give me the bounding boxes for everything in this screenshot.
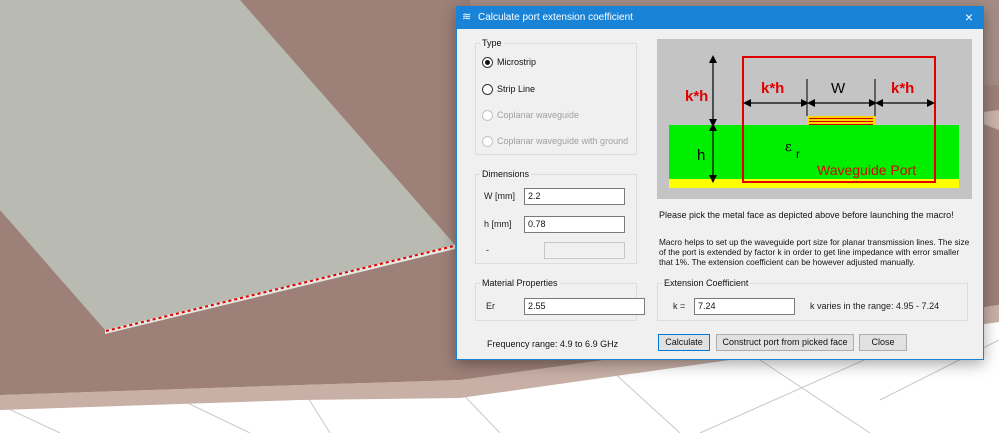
calculate-button[interactable]: Calculate <box>658 334 710 351</box>
type-group-label: Type <box>480 38 504 48</box>
diagram-epsilon-sub: r <box>796 147 800 161</box>
dialog-titlebar[interactable]: ≋ Calculate port extension coefficient × <box>457 7 983 29</box>
extension-group: Extension Coefficient k = 7.24 k varies … <box>657 278 968 321</box>
material-group: Material Properties Er 2.55 <box>475 278 645 321</box>
k-label: k = <box>673 301 686 311</box>
frequency-range-text: Frequency range: 4.9 to 6.9 GHz <box>487 339 619 349</box>
radio-coplanar-ground-indicator <box>482 136 493 147</box>
construct-port-button[interactable]: Construct port from picked face <box>716 334 854 351</box>
material-group-label: Material Properties <box>480 278 560 288</box>
h-input[interactable]: 0.78 <box>524 216 625 233</box>
er-input[interactable]: 2.55 <box>524 298 645 315</box>
extension-group-label: Extension Coefficient <box>662 278 751 288</box>
diagram-port-label: Waveguide Port <box>817 162 916 178</box>
type-group: Type Microstrip Strip Line Coplanar wave… <box>475 38 637 155</box>
third-dimension-label: - <box>486 245 489 255</box>
w-label: W [mm] <box>484 191 515 201</box>
port-diagram: k*h k*h W k*h h ε r Waveguide Port <box>657 39 972 199</box>
k-input[interactable]: 7.24 <box>694 298 795 315</box>
k-range-text: k varies in the range: 4.95 - 7.24 <box>810 301 940 311</box>
er-label: Er <box>486 301 495 311</box>
radio-microstrip-label: Microstrip <box>497 57 537 67</box>
third-dimension-input <box>544 242 625 259</box>
h-label: h [mm] <box>484 219 512 229</box>
radio-strip-line-indicator[interactable] <box>482 84 493 95</box>
radio-coplanar-label: Coplanar waveguide <box>497 110 580 120</box>
radio-coplanar-ground-label: Coplanar waveguide with ground <box>497 136 629 146</box>
dimensions-group: Dimensions W [mm] 2.2 h [mm] 0.78 - <box>475 169 637 264</box>
diagram-kh-left: k*h <box>685 88 708 105</box>
dialog-title: Calculate port extension coefficient <box>478 12 633 23</box>
diagram-kh-mid: k*h <box>761 80 784 97</box>
radio-strip-line-label: Strip Line <box>497 84 536 94</box>
radio-microstrip-indicator[interactable] <box>482 57 493 68</box>
diagram-epsilon: ε <box>785 140 792 155</box>
close-icon[interactable]: × <box>961 9 977 25</box>
diagram-w: W <box>831 80 846 97</box>
microstrip-conductor <box>807 116 875 125</box>
waveguide-port-icon: ≋ <box>462 11 472 23</box>
port-extension-dialog: ≋ Calculate port extension coefficient ×… <box>456 6 984 360</box>
diagram-h: h <box>697 147 705 164</box>
macro-description: Macro helps to set up the waveguide port… <box>659 237 970 267</box>
close-button[interactable]: Close <box>859 334 907 351</box>
dimensions-group-label: Dimensions <box>480 169 532 179</box>
radio-coplanar-indicator <box>482 110 493 121</box>
pick-note: Please pick the metal face as depicted a… <box>659 210 954 220</box>
w-input[interactable]: 2.2 <box>524 188 625 205</box>
diagram-kh-right: k*h <box>891 80 914 97</box>
